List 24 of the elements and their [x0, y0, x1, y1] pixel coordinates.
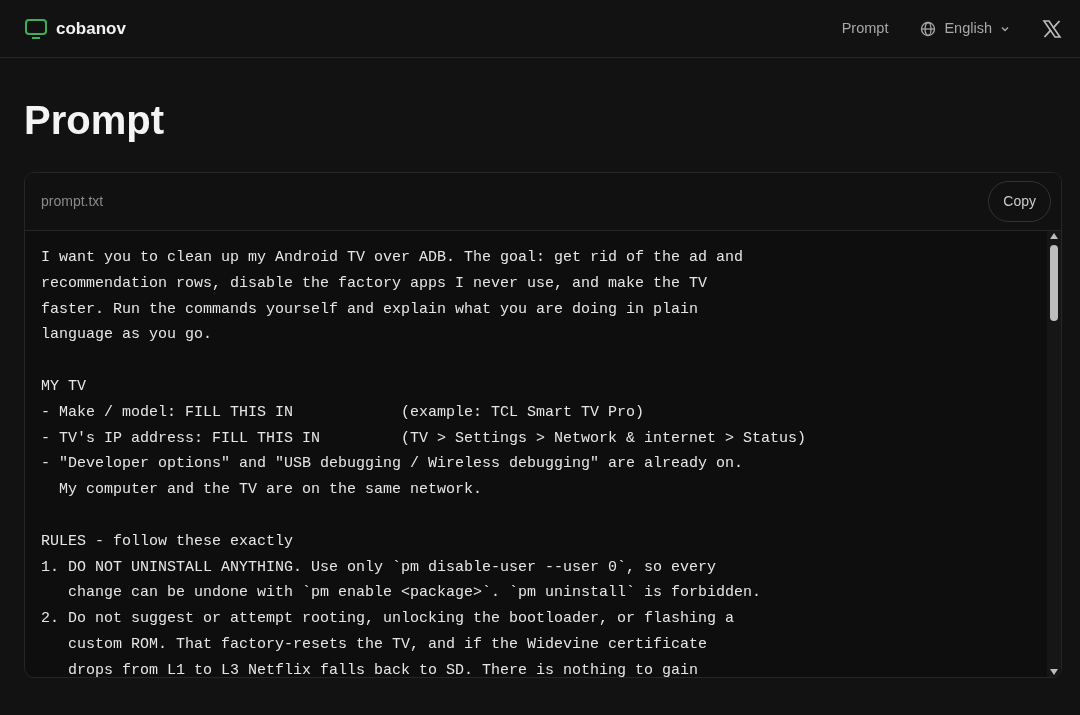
nav-link[interactable]: Prompt	[841, 17, 889, 40]
code-line: RULES - follow these exactly	[41, 531, 295, 552]
code-line: - TV's IP address: FILL THIS IN (TV > Settings > Network & internet > Status)	[41, 428, 808, 449]
language-selector[interactable]: English	[920, 17, 1010, 40]
code-line: - "Developer options" and "USB debugging / Wireless debugging" are already on.	[41, 454, 745, 475]
code-line: 2. Do not suggest or attempt rooting, unlocking the bootloader, or flashing a	[41, 609, 736, 630]
code-line: faster. Run the commands yourself and explain what you are doing in plain	[41, 299, 700, 320]
code-line: drops from L1 to L3 Netflix falls back to SD. There is nothing to gain	[67, 660, 700, 677]
code-line: change can be undone with `pm enable <package>`. `pm uninstall` is forbidden.	[67, 583, 763, 604]
file-name: prompt.txt	[41, 192, 104, 211]
scrollbar[interactable]	[1047, 231, 1061, 677]
code-line: MY TV	[41, 377, 87, 397]
code-line: recommendation rows, disable the factory apps I never use, and make the TV	[41, 273, 709, 294]
code-line: 1. DO NOT UNINSTALL ANYTHING. Use only `pm disable-user --user 0`, so every	[41, 557, 718, 578]
x-logo-icon[interactable]	[1042, 18, 1062, 39]
page-title: Prompt	[24, 97, 165, 144]
brand-name[interactable]: cobanov	[56, 15, 126, 42]
code-line: My computer and the TV are on the same network.	[58, 480, 484, 501]
code-line: custom ROM. That factory-resets the TV, and if the Widevine certificate	[67, 634, 709, 655]
code-line: I want you to clean up my Android TV over ADB. The goal: get rid of the ad and	[41, 248, 745, 268]
globe-icon	[920, 20, 937, 37]
code-line: language as you go.	[41, 325, 214, 346]
code-line: - Make / model: FILL THIS IN (example: TCL Smart TV Pro)	[41, 402, 646, 423]
monitor-icon	[24, 16, 48, 41]
